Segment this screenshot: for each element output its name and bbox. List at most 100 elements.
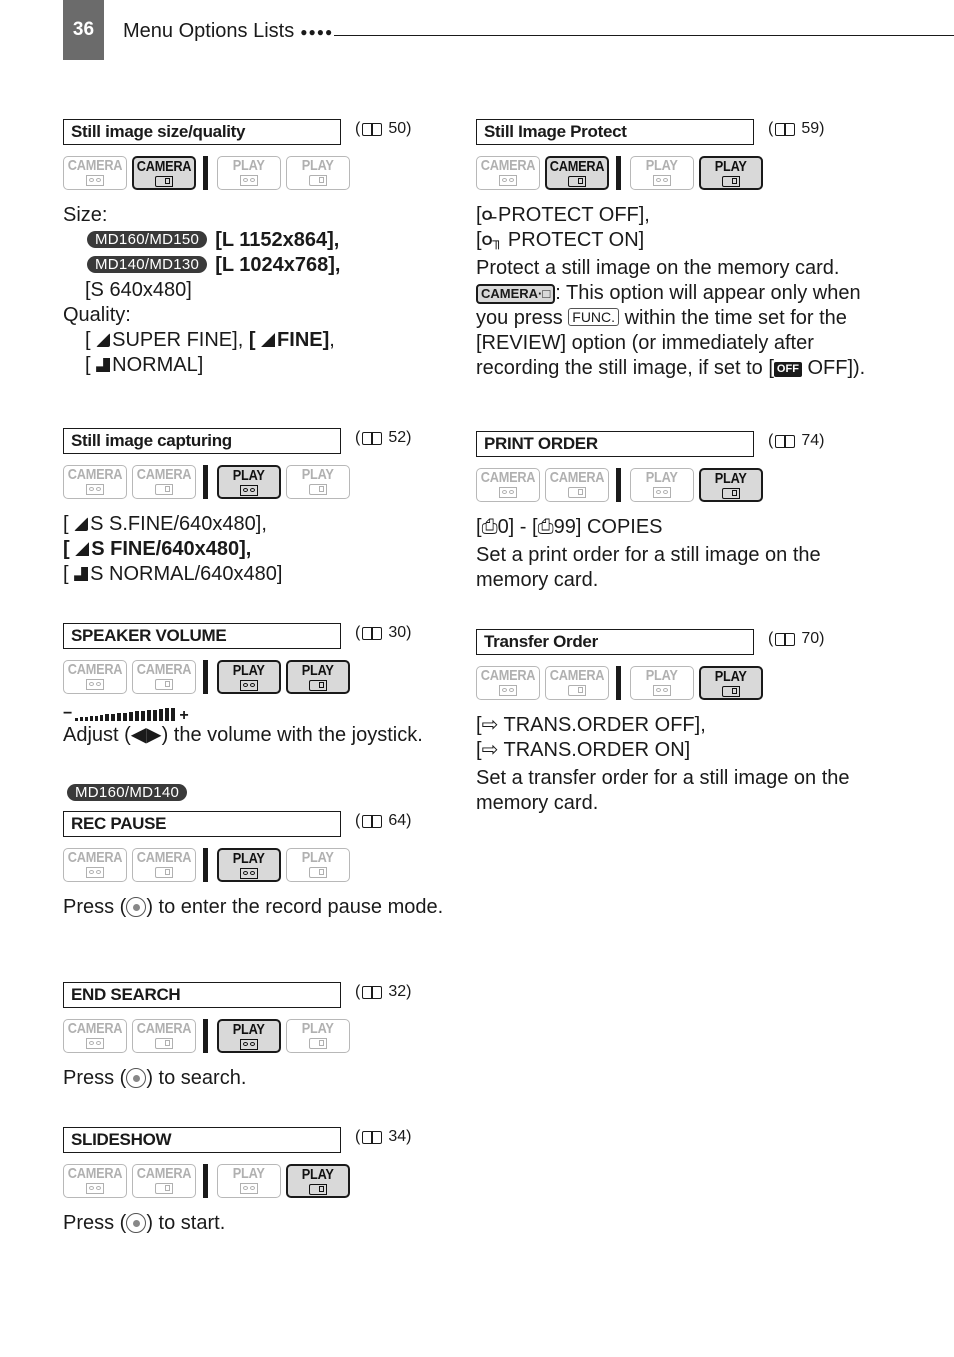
- mode-play-card: PLAY: [286, 1164, 350, 1198]
- tape-icon: [240, 1183, 258, 1194]
- page-reference: (64): [355, 812, 412, 829]
- section-speaker-volume: SPEAKER VOLUME (30) CAMERA CAMERA PLAY PLAY…: [63, 621, 463, 748]
- section-capturing: Still image capturing (52) CAMERA CAMERA P…: [63, 426, 463, 587]
- transfer-on-option: [⇨ TRANS.ORDER ON]: [476, 739, 691, 761]
- tape-icon: [499, 487, 517, 498]
- joystick-icon: [126, 897, 147, 917]
- slideshow-description: Press () to start.: [63, 1211, 463, 1236]
- mode-camera-card: CAMERA: [132, 660, 196, 694]
- mode-label: CAMERA: [549, 158, 605, 175]
- model-badge-md160-md140: MD160/MD140: [67, 784, 195, 804]
- volume-bar: [135, 711, 140, 721]
- fine-icon: [261, 333, 276, 347]
- text: OFF]).: [801, 357, 866, 379]
- page-reference: (34): [355, 1128, 412, 1145]
- quality-super-fine: SUPER FINE],: [112, 329, 249, 351]
- volume-bar: [159, 709, 164, 721]
- mode-label: PLAY: [302, 849, 334, 866]
- print-icon: ⎙: [537, 516, 554, 538]
- section-protect: Still Image Protect (59) CAMERA CAMERA PLA…: [476, 117, 876, 381]
- mode-label: CAMERA: [67, 157, 123, 174]
- transfer-on-icon: ⇨: [481, 739, 499, 761]
- mode-separator: [616, 156, 621, 190]
- tape-icon: [86, 175, 104, 186]
- tape-icon: [499, 175, 517, 186]
- card-icon: [309, 175, 327, 186]
- volume-bar: [90, 716, 94, 721]
- mode-label: CAMERA: [136, 849, 192, 866]
- tape-icon: [86, 484, 104, 495]
- volume-bar: [100, 715, 104, 721]
- mode-label: CAMERA: [67, 849, 123, 866]
- quality-options: [ NORMAL]: [85, 354, 204, 376]
- text: Press (: [63, 896, 127, 918]
- key-off-icon: O̶: [481, 207, 493, 223]
- card-icon: [309, 1038, 327, 1049]
- ref-page: 34: [388, 1128, 407, 1145]
- mode-play-card: PLAY: [286, 156, 350, 190]
- tape-icon: [86, 867, 104, 878]
- mode-camera-card: CAMERA: [545, 666, 609, 700]
- volume-bars: [75, 708, 177, 721]
- page-number: 36: [63, 0, 104, 60]
- size-option: MD160/MD150 [L 1152x864],: [63, 228, 463, 253]
- text: ) to start.: [146, 1212, 226, 1234]
- card-icon: [309, 484, 327, 495]
- page-reference: (52): [355, 429, 412, 446]
- card-icon: [155, 679, 173, 690]
- mode-indicator: CAMERA CAMERA PLAY PLAY: [476, 665, 876, 701]
- page-reference: (70): [768, 630, 825, 647]
- section-title: REC PAUSE: [63, 811, 341, 837]
- quality-options: [ SUPER FINE], [ FINE],: [85, 329, 335, 351]
- ref-page: 59: [801, 120, 820, 137]
- mode-label: PLAY: [302, 466, 334, 483]
- mode-play-tape: PLAY: [217, 156, 281, 190]
- mode-label: PLAY: [233, 157, 265, 174]
- mode-camera-tape: CAMERA: [476, 468, 540, 502]
- mode-play-tape: PLAY: [217, 848, 281, 882]
- section-size-quality: Still image size/quality (50) CAMERA CAME…: [63, 117, 463, 378]
- book-icon: [362, 626, 383, 640]
- mode-label: PLAY: [646, 157, 678, 174]
- volume-bar: [80, 717, 84, 721]
- text: Press (: [63, 1067, 127, 1089]
- card-icon: [722, 488, 740, 499]
- print-icon: ⎙: [481, 516, 498, 538]
- mode-label: PLAY: [715, 668, 747, 685]
- ref-page: 64: [388, 812, 407, 829]
- text: ) to enter the record pause mode.: [146, 896, 444, 918]
- mode-camera-tape: CAMERA: [63, 1019, 127, 1053]
- mode-separator: [203, 660, 208, 694]
- mode-camera-tape: CAMERA: [63, 848, 127, 882]
- camera-card-badge: CAMERA·□: [476, 284, 556, 304]
- fine-icon: [75, 542, 90, 556]
- volume-bar: [111, 714, 116, 721]
- protect-on-option: [O╖ PROTECT ON]: [476, 229, 645, 251]
- section-title: Still image capturing: [63, 428, 341, 454]
- mode-play-tape: PLAY: [217, 1164, 281, 1198]
- section-title: SPEAKER VOLUME: [63, 623, 341, 649]
- section-transfer-order: Transfer Order (70) CAMERA CAMERA PLAY PLAY…: [476, 627, 876, 816]
- model-badge: MD160/MD150: [87, 231, 208, 248]
- tape-icon: [86, 1038, 104, 1049]
- tape-icon: [240, 175, 258, 186]
- key-on-icon: O╖: [481, 232, 503, 248]
- section-title: SLIDESHOW: [63, 1127, 341, 1153]
- quality-fine: FINE]: [277, 329, 330, 351]
- mode-label: PLAY: [715, 158, 747, 175]
- page-reference: (74): [768, 432, 825, 449]
- card-icon: [568, 487, 586, 498]
- model-badge: MD140/MD130: [87, 256, 208, 273]
- mode-play-tape: PLAY: [630, 468, 694, 502]
- ref-page: 50: [388, 120, 407, 137]
- mode-camera-card: CAMERA: [132, 156, 196, 190]
- protect-off-option: [O̶ PROTECT OFF],: [476, 204, 650, 226]
- option-text: S FINE/640x480],: [91, 538, 252, 560]
- rec-pause-description: Press ( ) to enter the record pause mode.: [63, 895, 463, 920]
- end-search-description: Press () to search.: [63, 1066, 463, 1091]
- mode-label: CAMERA: [136, 661, 192, 678]
- page-reference: (32): [355, 983, 412, 1000]
- mode-camera-tape: CAMERA: [63, 465, 127, 499]
- mode-label: CAMERA: [136, 158, 192, 175]
- mode-camera-card: CAMERA: [132, 848, 196, 882]
